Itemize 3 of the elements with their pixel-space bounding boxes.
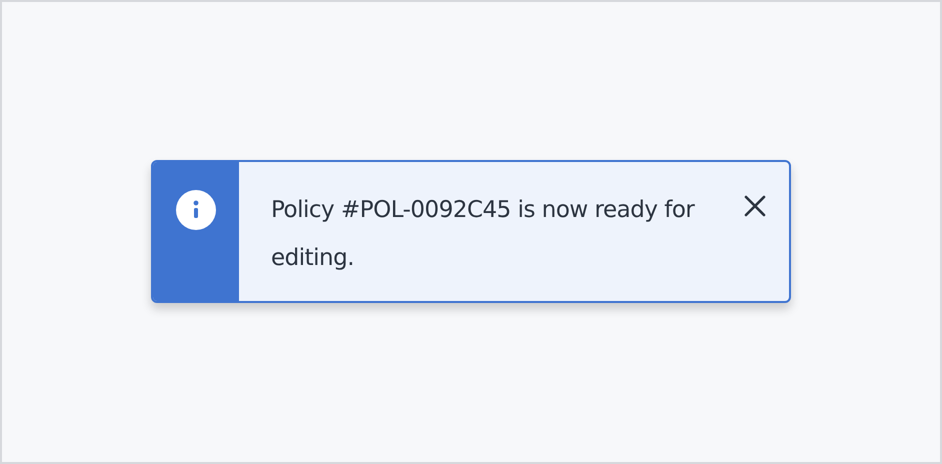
toast-message: Policy #POL-0092C45 is now ready for editing. [270, 196, 696, 272]
info-icon [176, 190, 216, 230]
close-icon [743, 194, 767, 218]
